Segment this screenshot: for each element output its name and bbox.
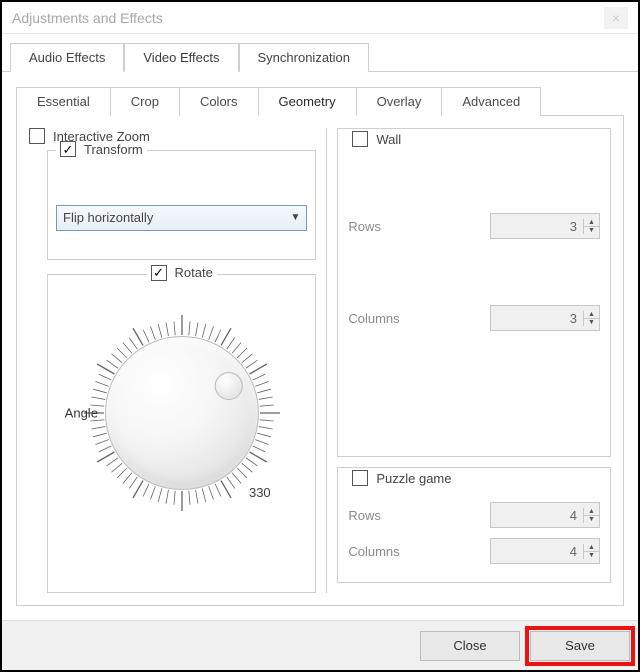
rotate-checkbox[interactable] <box>151 265 167 281</box>
transform-group: Transform Flip horizontally ▼ <box>47 150 316 260</box>
puzzle-checkbox[interactable] <box>352 470 368 486</box>
puzzle-rows-spinner[interactable]: 4 ▲▼ <box>490 502 600 528</box>
sub-tab-essential[interactable]: Essential <box>16 87 111 116</box>
right-column: Wall Rows 3 ▲▼ Columns 3 ▲▼ <box>326 128 611 593</box>
close-icon[interactable]: × <box>604 7 628 29</box>
transform-value: Flip horizontally <box>63 210 153 225</box>
puzzle-cols-spinner[interactable]: 4 ▲▼ <box>490 538 600 564</box>
spin-down-icon[interactable]: ▼ <box>584 319 599 326</box>
geometry-panel: Interactive Zoom Transform Flip horizont… <box>16 116 624 606</box>
wall-group: Wall Rows 3 ▲▼ Columns 3 ▲▼ <box>337 128 611 457</box>
left-column: Interactive Zoom Transform Flip horizont… <box>29 128 316 593</box>
transform-checkbox[interactable] <box>60 141 76 157</box>
puzzle-cols-label: Columns <box>348 544 399 559</box>
angle-dial[interactable]: Angle 330 <box>67 298 297 528</box>
wall-rows-spinner[interactable]: 3 ▲▼ <box>490 213 600 239</box>
spin-up-icon[interactable]: ▲ <box>584 311 599 319</box>
window-title: Adjustments and Effects <box>12 10 163 26</box>
spin-down-icon[interactable]: ▼ <box>584 552 599 559</box>
wall-rows-value: 3 <box>491 219 583 234</box>
sub-tab-geometry[interactable]: Geometry <box>258 87 357 116</box>
spin-up-icon[interactable]: ▲ <box>584 508 599 516</box>
spin-up-icon[interactable]: ▲ <box>584 544 599 552</box>
sub-tab-bar: Essential Crop Colors Geometry Overlay A… <box>16 86 624 116</box>
rotate-group: Rotate Angle 330 <box>47 274 316 594</box>
tab-audio-effects[interactable]: Audio Effects <box>10 43 124 72</box>
close-button[interactable]: Close <box>420 631 520 661</box>
puzzle-rows-label: Rows <box>348 508 381 523</box>
footer: Close Save <box>2 620 638 670</box>
save-button[interactable]: Save <box>530 631 630 661</box>
wall-cols-value: 3 <box>491 311 583 326</box>
titlebar: Adjustments and Effects × <box>2 2 638 34</box>
puzzle-rows-value: 4 <box>491 508 583 523</box>
puzzle-cols-value: 4 <box>491 544 583 559</box>
angle-value: 330 <box>249 485 271 500</box>
spin-down-icon[interactable]: ▼ <box>584 227 599 234</box>
wall-rows-label: Rows <box>348 219 381 234</box>
wall-cols-label: Columns <box>348 311 399 326</box>
puzzle-label: Puzzle game <box>376 471 451 486</box>
spin-down-icon[interactable]: ▼ <box>584 516 599 523</box>
save-highlight: Save <box>528 629 632 663</box>
wall-rows-row: Rows 3 ▲▼ <box>348 213 600 239</box>
sub-tab-crop[interactable]: Crop <box>110 87 180 116</box>
puzzle-cols-row: Columns 4 ▲▼ <box>348 538 600 564</box>
spin-up-icon[interactable]: ▲ <box>584 219 599 227</box>
wall-label: Wall <box>376 132 401 147</box>
content-area: Essential Crop Colors Geometry Overlay A… <box>2 72 638 606</box>
wall-cols-spinner[interactable]: 3 ▲▼ <box>490 305 600 331</box>
puzzle-rows-row: Rows 4 ▲▼ <box>348 502 600 528</box>
wall-checkbox[interactable] <box>352 131 368 147</box>
puzzle-group: Puzzle game Rows 4 ▲▼ Columns 4 ▲▼ <box>337 467 611 583</box>
dial-knob-icon <box>214 372 242 400</box>
rotate-label: Rotate <box>175 265 213 280</box>
transform-label: Transform <box>84 142 143 157</box>
tab-video-effects[interactable]: Video Effects <box>124 43 238 72</box>
wall-cols-row: Columns 3 ▲▼ <box>348 305 600 331</box>
angle-label: Angle <box>65 406 98 421</box>
sub-tab-advanced[interactable]: Advanced <box>441 87 541 116</box>
main-tab-bar: Audio Effects Video Effects Synchronizat… <box>2 34 638 72</box>
tab-synchronization[interactable]: Synchronization <box>239 43 370 72</box>
sub-tab-colors[interactable]: Colors <box>179 87 259 116</box>
interactive-zoom-checkbox[interactable] <box>29 128 45 144</box>
chevron-down-icon: ▼ <box>290 212 300 223</box>
sub-tab-overlay[interactable]: Overlay <box>356 87 443 116</box>
transform-combo[interactable]: Flip horizontally ▼ <box>56 205 307 231</box>
